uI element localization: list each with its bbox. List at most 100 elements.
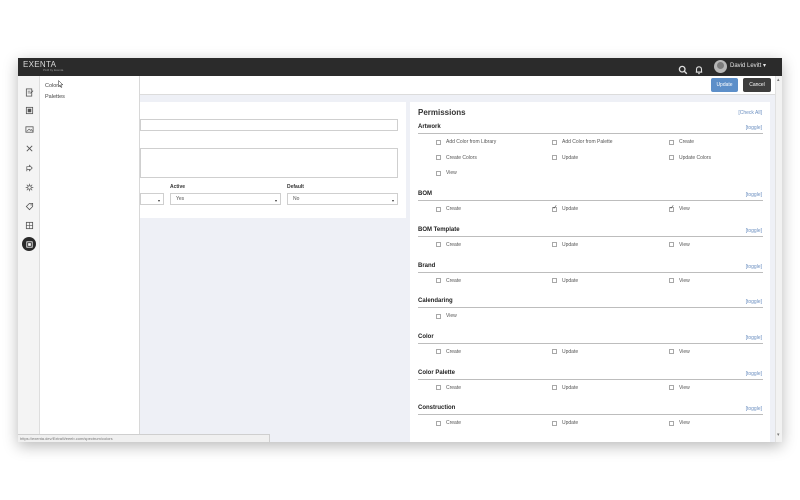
page-scrollbar[interactable]: ▴ ▾ [775,76,782,442]
permission-option[interactable]: View [669,349,690,355]
design-icon[interactable] [23,86,35,98]
permission-option[interactable]: Update [552,242,578,248]
permission-checkbox[interactable] [436,349,441,355]
menu-item-palettes[interactable]: Palettes [45,94,65,100]
permission-option[interactable]: Create [436,385,461,391]
permission-checkbox[interactable] [552,278,557,283]
default-select[interactable]: No ▾ [287,193,398,205]
permission-checkbox[interactable] [436,155,441,161]
permission-checkbox[interactable] [669,155,674,161]
group-toggle-link[interactable]: [toggle] [746,299,762,305]
permission-option[interactable]: View [436,313,457,319]
permission-group-title: BOM [418,191,432,198]
type-select[interactable]: ▾ [140,193,164,205]
permission-checkbox[interactable] [552,155,557,161]
library-icon[interactable] [23,104,35,116]
group-toggle-link[interactable]: [toggle] [746,192,762,198]
permission-option[interactable]: Create [436,420,461,426]
permission-label: View [679,420,690,427]
permission-option[interactable]: Update [552,155,578,161]
permission-label: Create [679,139,695,145]
permissions-card: Permissions [Check All] Artwork [toggle] A… [410,102,770,442]
permission-checkbox[interactable] [436,242,441,248]
permission-option[interactable]: Create [436,349,461,355]
permission-checkbox[interactable] [436,385,441,391]
permission-checkbox[interactable] [436,206,441,212]
default-select-value: No [293,196,300,202]
group-toggle-link[interactable]: [toggle] [746,264,762,270]
permission-option[interactable]: Update [552,204,578,212]
group-toggle-link[interactable]: [toggle] [746,228,762,234]
update-button[interactable]: Update [711,78,738,92]
permission-option[interactable]: View [669,385,690,391]
permission-checkbox[interactable] [669,278,674,283]
permission-option[interactable]: View [669,278,690,284]
group-toggle-link[interactable]: [toggle] [746,406,762,412]
grid-icon[interactable] [23,219,35,231]
permission-label: View [679,206,690,213]
image-icon[interactable] [23,123,35,135]
check-all-link[interactable]: [Check All] [738,110,762,116]
permission-option[interactable]: View [669,420,690,426]
permission-label: Create [446,241,462,248]
avatar[interactable] [714,60,727,73]
permission-label: Update [562,348,579,355]
permission-checkbox[interactable] [552,204,558,212]
permission-group-title: Color Palette [418,369,456,376]
permission-option[interactable]: View [436,170,457,176]
permission-option[interactable]: Create [436,242,461,248]
scroll-up-icon[interactable]: ▴ [777,77,780,83]
group-toggle-link[interactable]: [toggle] [746,335,762,341]
permission-checkbox[interactable] [669,242,674,248]
user-menu[interactable]: David Levitt ▾ [730,62,766,69]
group-toggle-link[interactable]: [toggle] [746,125,762,131]
active-select[interactable]: Yes ▾ [170,193,281,205]
name-input[interactable] [140,119,398,131]
default-label: Default [287,184,304,190]
permission-option[interactable]: Update [552,349,578,355]
gear-icon[interactable] [23,181,35,193]
search-icon[interactable] [678,62,688,75]
app-window: EXENTA PLM by Exenta David Levitt ▾ Upda… [18,58,782,442]
permission-checkbox[interactable] [436,313,441,319]
permission-option[interactable]: Update [552,385,578,391]
permission-checkbox[interactable] [669,204,675,212]
permission-option[interactable]: Create [436,278,461,284]
sample-icon[interactable] [23,162,35,174]
group-toggle-link[interactable]: [toggle] [746,371,762,377]
permission-checkbox[interactable] [436,139,441,145]
permission-option[interactable]: Update [552,420,578,426]
permission-option[interactable]: View [669,204,690,213]
permission-option[interactable]: Update [552,278,578,284]
cancel-button[interactable]: Cancel [743,78,771,92]
permission-option[interactable]: Add Color from Palette [552,139,613,145]
top-bar: EXENTA PLM by Exenta David Levitt ▾ [18,58,782,76]
permission-checkbox[interactable] [436,170,441,176]
tag-icon[interactable] [23,200,35,212]
tools-icon[interactable] [23,142,35,154]
permission-option[interactable]: Update Colors [669,155,711,161]
permission-checkbox[interactable] [552,385,557,391]
permission-checkbox[interactable] [436,278,441,283]
permission-label: Create Colors [446,154,477,161]
permission-option[interactable]: Create Colors [436,155,477,161]
admin-icon[interactable] [22,237,36,251]
description-textarea[interactable] [140,148,398,178]
permission-checkbox[interactable] [669,349,674,355]
permission-group-title: Calendaring [418,298,453,305]
permission-checkbox[interactable] [552,349,557,355]
scroll-down-icon[interactable]: ▾ [777,432,780,438]
permission-option[interactable]: Add Color from Library [436,139,496,145]
permission-option[interactable]: Create [436,206,461,212]
bell-icon[interactable] [694,62,704,75]
permission-checkbox[interactable] [669,385,674,391]
permission-checkbox[interactable] [669,420,674,426]
permission-option[interactable]: Create [669,139,694,145]
permission-checkbox[interactable] [669,139,674,145]
permission-checkbox[interactable] [436,420,441,426]
permission-checkbox[interactable] [552,139,557,145]
permission-checkbox[interactable] [552,420,557,426]
flyout-menu: Colors Palettes [40,76,140,442]
permission-checkbox[interactable] [552,242,557,248]
permission-option[interactable]: View [669,242,690,248]
